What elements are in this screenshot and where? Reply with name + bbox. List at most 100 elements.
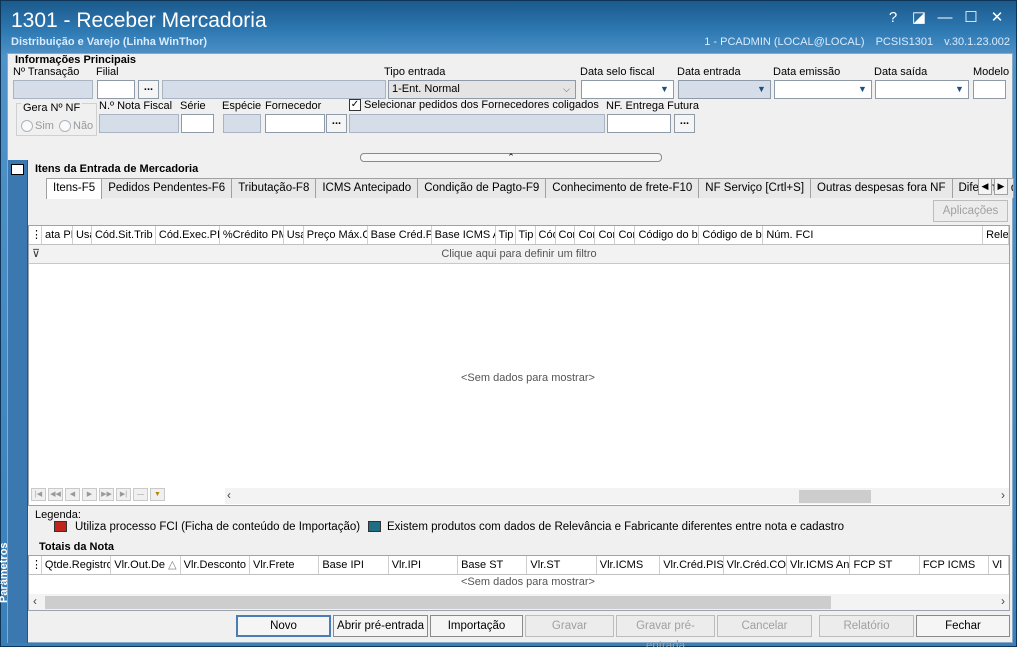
tab-itens[interactable]: Itens-F5 <box>46 178 103 199</box>
help-icon[interactable]: ? <box>882 9 904 27</box>
column-header[interactable]: Vlr.IPI <box>389 556 459 574</box>
column-header[interactable]: Vlr.ICMS <box>597 556 661 574</box>
scroll-thumb[interactable] <box>799 490 871 503</box>
column-header[interactable]: Código do be <box>635 226 700 244</box>
minimize-icon[interactable]: — <box>934 9 956 27</box>
data-entrada-field[interactable]: ▼ <box>678 80 771 99</box>
gera-nf-nao-radio[interactable]: Não <box>59 120 93 133</box>
filial-field[interactable] <box>97 80 135 99</box>
column-header[interactable]: Usa <box>284 226 304 244</box>
gravar-button[interactable]: Gravar <box>525 615 614 637</box>
column-header[interactable]: Cód <box>536 226 556 244</box>
scroll-right-icon[interactable]: › <box>1001 488 1005 502</box>
column-header[interactable]: Vl <box>989 556 1009 574</box>
column-header[interactable]: Vlr.Frete <box>250 556 320 574</box>
tab-outras-despesas[interactable]: Outras despesas fora NF <box>810 178 953 198</box>
column-header[interactable]: Preço Máx.C <box>304 226 368 244</box>
tab-pedidos-pendentes[interactable]: Pedidos Pendentes-F6 <box>101 178 233 198</box>
totals-horizontal-scrollbar[interactable]: ‹ › <box>29 594 1009 610</box>
tab-tributacao[interactable]: Tributação-F8 <box>231 178 317 198</box>
selecionar-pedidos-checkbox[interactable]: ✓ Selecionar pedidos dos Fornecedores col… <box>349 99 599 112</box>
column-header[interactable]: Vlr.Créd.CO <box>724 556 788 574</box>
column-header[interactable]: Base Créd.P <box>368 226 432 244</box>
column-header[interactable]: Código de be <box>699 226 764 244</box>
data-saida-field[interactable]: ▼ <box>875 80 969 99</box>
data-emissao-field[interactable]: ▼ <box>774 80 872 99</box>
scroll-left-icon[interactable]: ‹ <box>227 488 231 502</box>
column-header[interactable]: Base IPI <box>319 556 389 574</box>
column-header[interactable]: FCP ST <box>850 556 920 574</box>
column-header[interactable]: Vlr.Créd.PIS <box>660 556 724 574</box>
delete-record-icon[interactable]: — <box>133 488 148 501</box>
nota-fiscal-field[interactable] <box>99 114 179 133</box>
column-chooser-icon[interactable]: ⋮ <box>29 226 42 244</box>
column-header[interactable]: Base ICMS A <box>432 226 496 244</box>
column-header[interactable]: Usa <box>73 226 92 244</box>
column-header[interactable]: Cor <box>615 226 636 244</box>
tab-icms-antecipado[interactable]: ICMS Antecipado <box>315 178 419 198</box>
abrir-pre-entrada-button[interactable]: Abrir pré-entrada <box>333 615 428 637</box>
totals-grid[interactable]: ⋮ Qtde.Registro Vlr.Out.De △ Vlr.Descont… <box>28 555 1010 611</box>
column-header[interactable]: Tip <box>516 226 536 244</box>
importacao-button[interactable]: Importação <box>430 615 523 637</box>
tab-scroll-right-icon[interactable]: ▶ <box>994 178 1008 195</box>
scroll-left-icon[interactable]: ‹ <box>33 594 37 608</box>
gera-nf-sim-radio[interactable]: Sim <box>21 120 54 133</box>
tab-scroll-left-icon[interactable]: ◀ <box>978 178 992 195</box>
column-header[interactable]: Cor <box>575 226 596 244</box>
tab-nf-servico[interactable]: NF Serviço [Crtl+S] <box>698 178 812 198</box>
column-header[interactable]: Vlr.Out.De △ <box>111 556 181 574</box>
last-page-icon[interactable]: ▶| <box>116 488 131 501</box>
cancelar-button[interactable]: Cancelar <box>717 615 812 637</box>
modelo-field[interactable] <box>973 80 1006 99</box>
column-header[interactable]: FCP ICMS <box>920 556 990 574</box>
maximize-icon[interactable]: ☐ <box>960 9 982 27</box>
especie-field[interactable] <box>223 114 261 133</box>
column-header[interactable]: Núm. FCI <box>763 226 984 244</box>
close-icon[interactable]: ✕ <box>986 9 1008 27</box>
first-page-icon[interactable]: |◀ <box>31 488 46 501</box>
column-header[interactable]: %Crédito PM <box>220 226 284 244</box>
data-selo-field[interactable]: ▼ <box>581 80 674 99</box>
window-restore-icon[interactable] <box>11 164 24 175</box>
next-page-icon[interactable]: ▶▶ <box>99 488 114 501</box>
prev-record-icon[interactable]: ◀ <box>65 488 80 501</box>
filter-funnel-icon[interactable]: ▼ <box>150 488 165 501</box>
column-header[interactable]: Relev <box>983 226 1009 244</box>
next-record-icon[interactable]: ▶ <box>82 488 97 501</box>
items-grid[interactable]: ⋮ ata PIS Usa Cód.Sit.Trib Cód.Exec.PI %… <box>28 225 1010 506</box>
column-header[interactable]: Cor <box>595 226 616 244</box>
column-header[interactable]: Base ST <box>458 556 528 574</box>
gravar-pre-entrada-button[interactable]: Gravar pré-entrada <box>616 615 715 647</box>
prev-page-icon[interactable]: ◀◀ <box>48 488 63 501</box>
column-header[interactable]: Vlr.Desconto <box>181 556 250 574</box>
tab-condicao-pagto[interactable]: Condição de Pagto-F9 <box>417 178 547 198</box>
transacao-field[interactable] <box>13 80 93 99</box>
column-header[interactable]: Tip <box>496 226 516 244</box>
column-header[interactable]: Qtde.Registro <box>42 556 112 574</box>
nf-entrega-search-button[interactable]: ... <box>674 114 695 133</box>
scroll-right-icon[interactable]: › <box>1001 594 1005 608</box>
scroll-thumb[interactable] <box>45 596 831 609</box>
novo-button[interactable]: Novo <box>236 615 331 637</box>
column-header[interactable]: Cód.Sit.Trib <box>92 226 156 244</box>
column-header[interactable]: Cód.Exec.PI <box>156 226 220 244</box>
filter-row[interactable]: ⊽ Clique aqui para definir um filtro <box>29 245 1009 264</box>
fornecedor-field[interactable] <box>265 114 325 133</box>
filial-search-button[interactable]: ... <box>138 80 159 99</box>
column-header[interactable]: Vlr.ICMS Ant <box>787 556 851 574</box>
fornecedor-search-button[interactable]: ... <box>326 114 347 133</box>
items-horizontal-scrollbar[interactable]: ‹ › <box>225 488 1009 504</box>
serie-field[interactable] <box>181 114 214 133</box>
column-header[interactable]: Cor <box>556 226 576 244</box>
tipo-entrada-select[interactable]: 1-Ent. Normal ⌵ <box>388 80 576 99</box>
relatorio-button[interactable]: Relatório <box>819 615 914 637</box>
theme-icon[interactable]: ◪ <box>908 9 930 27</box>
aplicacoes-button[interactable]: Aplicações <box>933 200 1008 222</box>
nf-entrega-field[interactable] <box>607 114 671 133</box>
parameters-side-panel[interactable]: Parâmetros <box>0 160 28 643</box>
column-header[interactable]: ata PIS <box>42 226 73 244</box>
column-header[interactable]: Vlr.ST <box>527 556 597 574</box>
collapse-splitter[interactable]: ⌃ <box>360 153 662 162</box>
fechar-button[interactable]: Fechar <box>916 615 1010 637</box>
